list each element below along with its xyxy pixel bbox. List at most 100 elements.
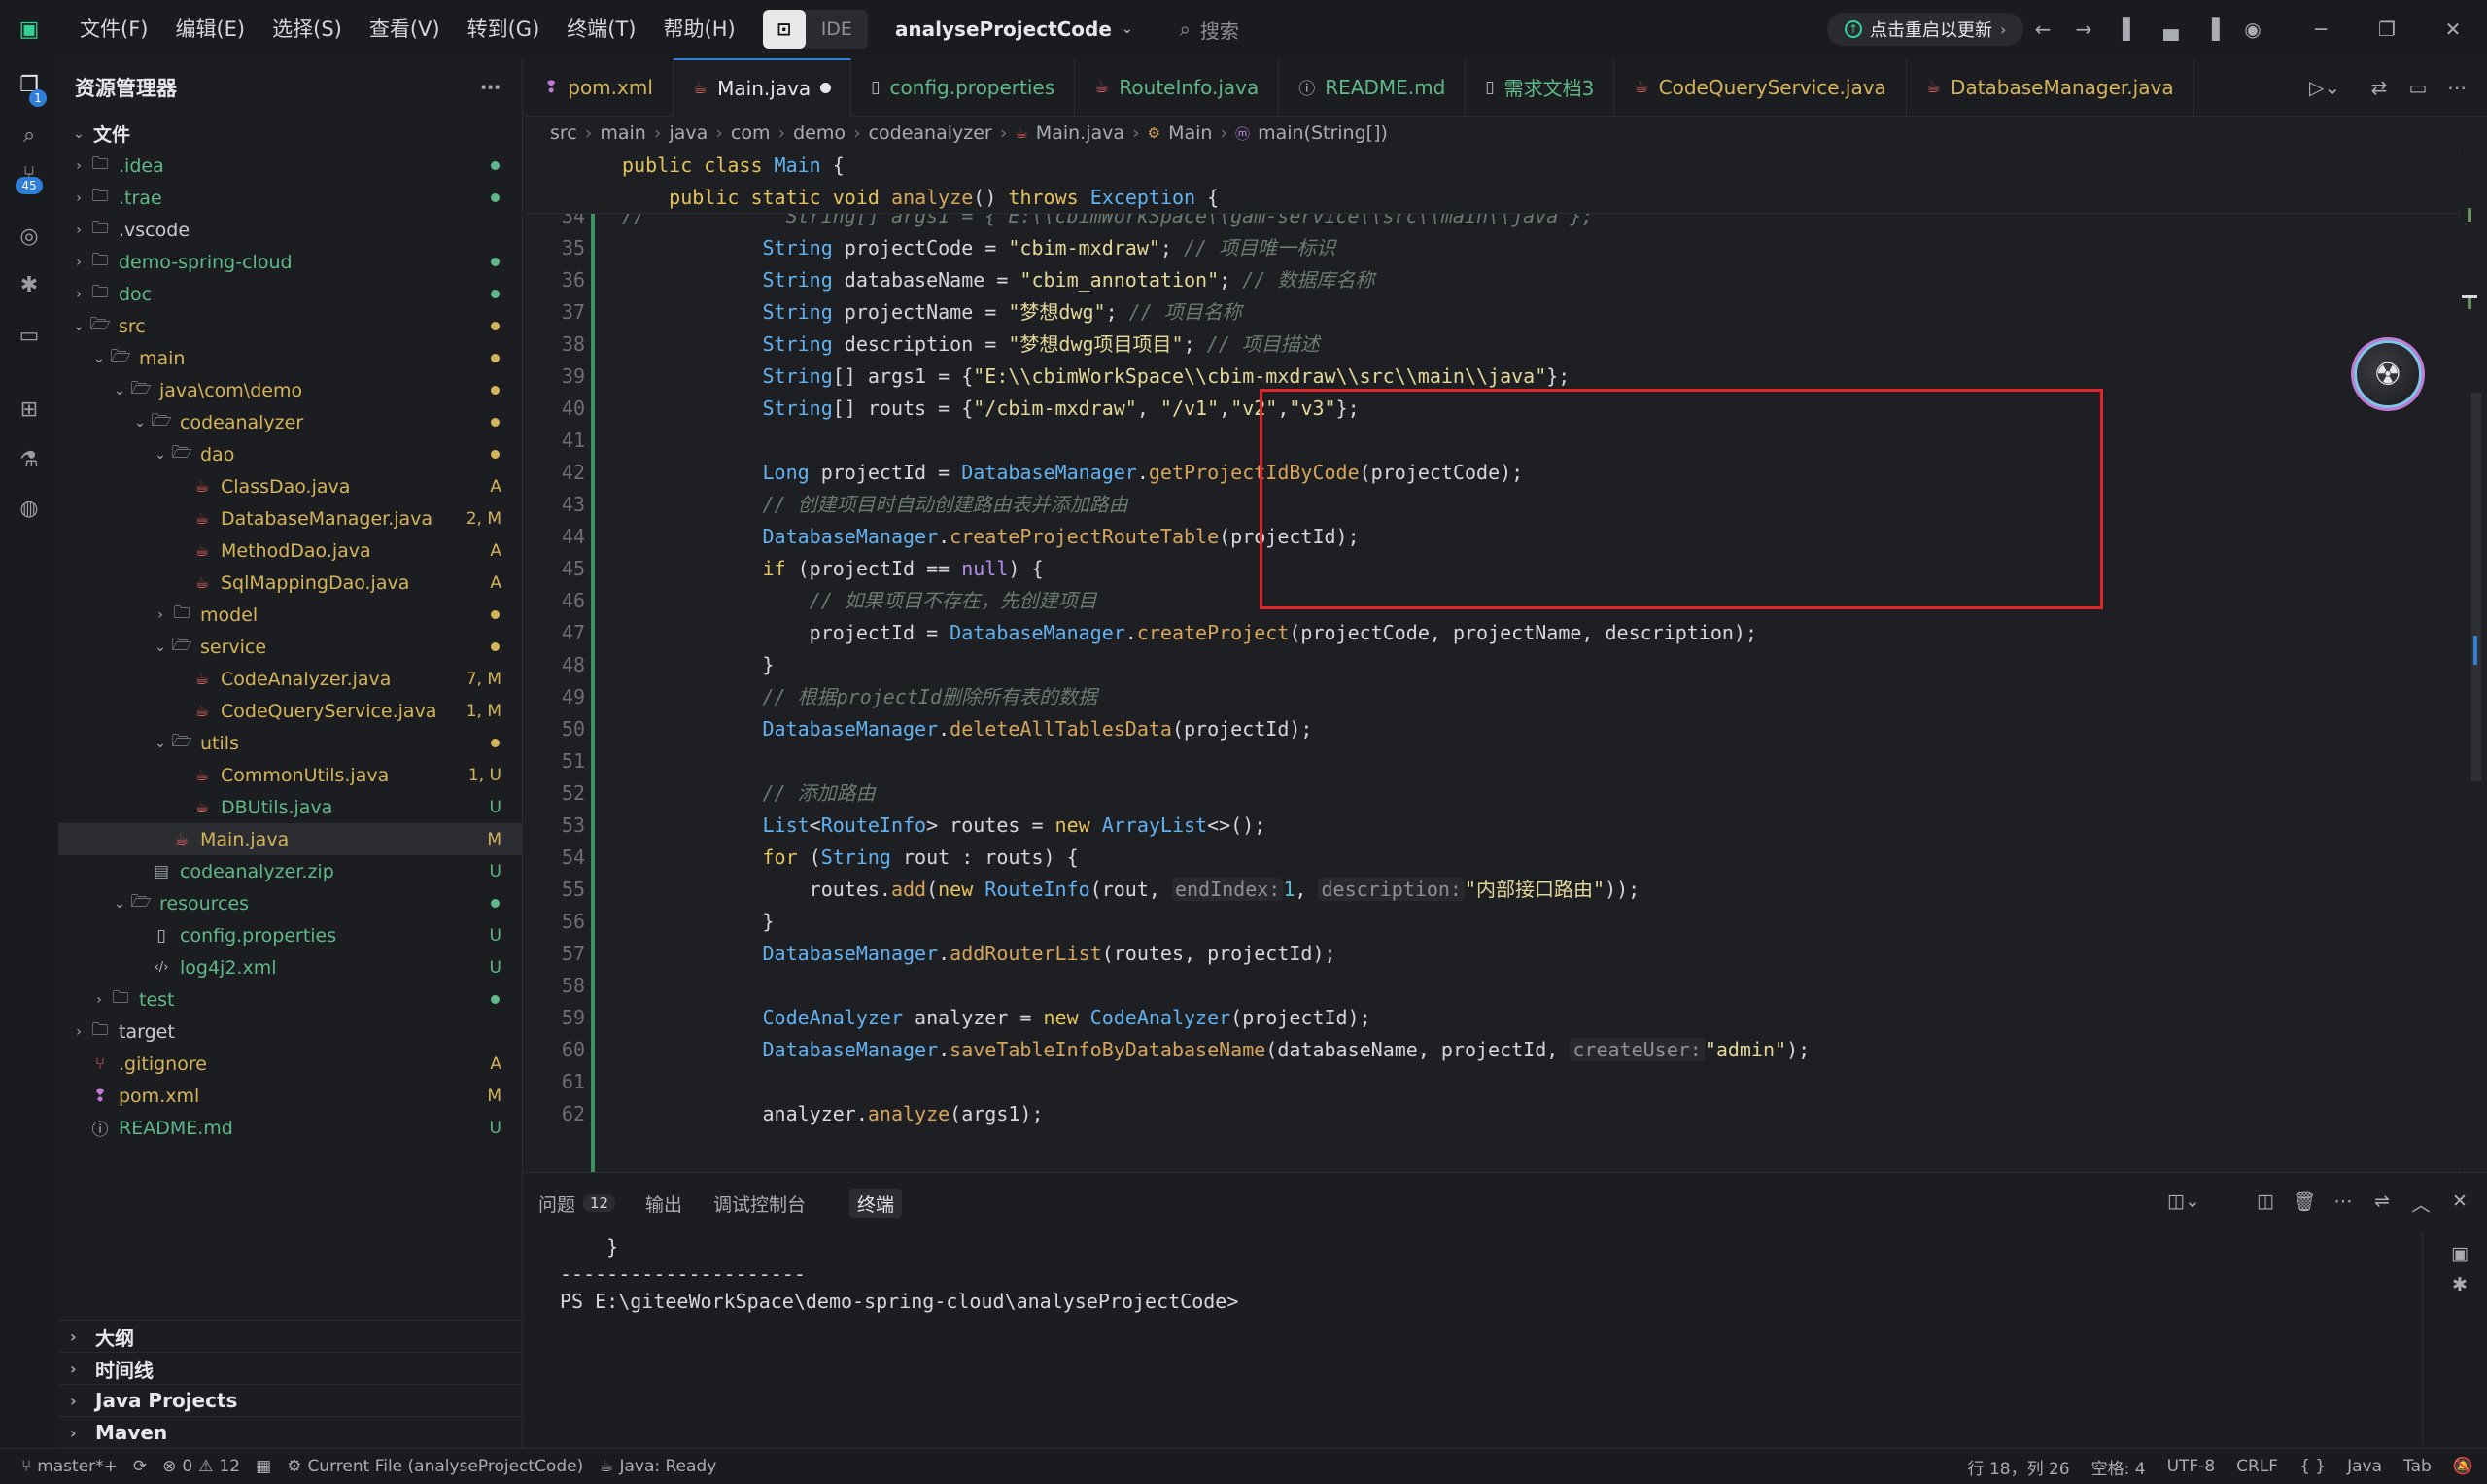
tree-file[interactable]: ☕ ClassDao.java A bbox=[58, 470, 523, 502]
tree-file[interactable]: ⓘ README.md U bbox=[58, 1112, 523, 1144]
debug-terminal-icon[interactable]: ✱ bbox=[2447, 1274, 2472, 1295]
breadcrumb-item[interactable]: main(String[]) bbox=[1258, 122, 1388, 144]
scroll-thumb[interactable] bbox=[2471, 393, 2481, 781]
breadcrumb-item[interactable]: demo bbox=[793, 122, 846, 144]
run-icon[interactable]: ▷⌄ bbox=[2309, 76, 2340, 99]
ai-assistant-icon[interactable]: ◍ bbox=[14, 494, 45, 525]
sync-icon[interactable]: ⇌ bbox=[2369, 1191, 2395, 1212]
menu-item[interactable]: 终端(T) bbox=[553, 0, 649, 58]
explorer-section[interactable]: › Maven bbox=[58, 1416, 523, 1448]
tree-file[interactable]: ☕ DatabaseManager.java 2, M bbox=[58, 502, 523, 535]
tree-folder[interactable]: ⌄ 🗁 main bbox=[58, 342, 523, 374]
tree-folder[interactable]: › 🗀 demo-spring-cloud bbox=[58, 246, 523, 278]
trash-icon[interactable]: 🗑 bbox=[2292, 1191, 2317, 1213]
tree-file[interactable]: ☕ DBUtils.java U bbox=[58, 791, 523, 823]
ai-assistant-float-icon[interactable]: ☢ bbox=[2354, 340, 2422, 408]
breadcrumb-item[interactable]: Main bbox=[1168, 122, 1212, 144]
explorer-section[interactable]: › 大纲 bbox=[58, 1320, 523, 1352]
more-actions-icon[interactable]: ⋯ bbox=[2331, 1191, 2356, 1212]
tree-file[interactable]: ☕ SqlMappingDao.java A bbox=[58, 567, 523, 599]
menu-item[interactable]: 选择(S) bbox=[259, 0, 356, 58]
editor-scrollbar[interactable] bbox=[2459, 150, 2487, 1172]
toggle-sidebar-icon[interactable]: ▌ bbox=[2117, 16, 2144, 43]
line-ending[interactable]: CRLF bbox=[2236, 1457, 2278, 1476]
menu-item[interactable]: 文件(F) bbox=[66, 0, 161, 58]
tree-file[interactable]: ▯ config.properties U bbox=[58, 919, 523, 951]
tree-folder[interactable]: › 🗀 .vscode bbox=[58, 214, 523, 246]
language-braces-icon[interactable]: { } bbox=[2299, 1457, 2326, 1476]
panel-tab[interactable]: 输出 bbox=[645, 1189, 682, 1218]
ports-icon[interactable]: ▦ bbox=[256, 1457, 271, 1476]
extensions-icon[interactable]: ⊞ bbox=[14, 395, 45, 426]
tree-file[interactable]: ☕ CodeQueryService.java 1, M bbox=[58, 695, 523, 727]
toggle-panel-icon[interactable]: ▄ bbox=[2158, 16, 2185, 43]
tree-folder[interactable]: ⌄ 🗁 java\com\demo bbox=[58, 374, 523, 406]
tree-folder[interactable]: › 🗀 .idea bbox=[58, 150, 523, 182]
breadcrumb-item[interactable]: Main.java bbox=[1036, 122, 1124, 144]
search-icon[interactable]: ⌕ bbox=[14, 121, 45, 152]
panel-tab[interactable]: 问题 12 bbox=[538, 1189, 616, 1218]
breadcrumb-item[interactable]: java bbox=[669, 122, 708, 144]
encoding[interactable]: UTF-8 bbox=[2167, 1457, 2216, 1476]
sticky-scroll-line[interactable]: public static void analyze() throws Exce… bbox=[525, 182, 2459, 214]
language-mode[interactable]: Java bbox=[2347, 1457, 2382, 1476]
code-editor[interactable]: 34// String[] args1 = {"E:\\cbimWorkSpac… bbox=[525, 150, 2459, 1172]
tree-file[interactable]: ‹/› log4j2.xml U bbox=[58, 951, 523, 984]
editor-tab[interactable]: ☕ CodeQueryService.java bbox=[1614, 57, 1907, 117]
forward-arrow-icon[interactable]: → bbox=[2070, 16, 2097, 43]
tree-folder[interactable]: › 🗀 doc bbox=[58, 278, 523, 310]
panel-tab[interactable]: 调试控制台 bbox=[713, 1189, 806, 1218]
editor-tab[interactable]: ▯ config.properties bbox=[851, 57, 1076, 117]
tab-mode[interactable]: Tab bbox=[2403, 1457, 2432, 1476]
branch-status[interactable]: ⑂ master*+ bbox=[21, 1457, 118, 1476]
editor-tab[interactable]: ▯ 需求文档3 bbox=[1466, 57, 1615, 117]
menu-item[interactable]: 查看(V) bbox=[356, 0, 454, 58]
tree-folder[interactable]: ⌄ 🗁 src bbox=[58, 310, 523, 342]
tree-file[interactable]: ❢ pom.xml M bbox=[58, 1080, 523, 1112]
minimize-icon[interactable]: ─ bbox=[2307, 16, 2334, 43]
tree-file[interactable]: ☕ Main.java M bbox=[58, 823, 523, 855]
tree-file[interactable]: ▤ codeanalyzer.zip U bbox=[58, 855, 523, 887]
editor-tab[interactable]: ⓘ README.md bbox=[1279, 57, 1467, 117]
java-status[interactable]: ☕ Java: Ready bbox=[599, 1457, 716, 1476]
account-icon[interactable]: ◉ bbox=[2239, 16, 2266, 43]
tree-file[interactable]: ⑂ .gitignore A bbox=[58, 1048, 523, 1080]
tree-folder[interactable]: › 🗀 .trae bbox=[58, 182, 523, 214]
remote-explorer-icon[interactable]: ▭ bbox=[14, 321, 45, 352]
editor-tab[interactable]: ☕ RouteInfo.java bbox=[1075, 57, 1280, 117]
explorer-section[interactable]: › 时间线 bbox=[58, 1352, 523, 1384]
restore-icon[interactable]: ❐ bbox=[2373, 16, 2401, 43]
breadcrumb-item[interactable]: src bbox=[550, 122, 577, 144]
explorer-section[interactable]: › Java Projects bbox=[58, 1384, 523, 1416]
tree-root[interactable]: ⌄ 文件 bbox=[58, 118, 523, 150]
sticky-scroll-line[interactable]: public class Main { bbox=[525, 150, 2459, 182]
run-config-status[interactable]: ⚙ Current File (analyseProjectCode) bbox=[287, 1457, 583, 1476]
editor-tab[interactable]: ☕ Main.java bbox=[673, 57, 852, 117]
more-actions-icon[interactable]: ⋯ bbox=[480, 76, 501, 99]
breadcrumb-item[interactable]: com bbox=[731, 122, 771, 144]
ide-label[interactable]: IDE bbox=[806, 18, 868, 40]
tree-folder[interactable]: ⌄ 🗁 codeanalyzer bbox=[58, 406, 523, 438]
tree-folder[interactable]: › 🗀 model bbox=[58, 599, 523, 631]
maximize-panel-icon[interactable]: ︿ bbox=[2408, 1191, 2434, 1217]
testing-icon[interactable]: ⚗ bbox=[14, 445, 45, 476]
compare-icon[interactable]: ⇄ bbox=[2366, 76, 2393, 99]
editor-tab[interactable]: ☕ DatabaseManager.java bbox=[1907, 57, 2194, 117]
tree-folder[interactable]: › 🗀 target bbox=[58, 1016, 523, 1048]
breadcrumb-item[interactable]: codeanalyzer bbox=[869, 122, 992, 144]
menu-item[interactable]: 转到(G) bbox=[454, 0, 554, 58]
project-selector[interactable]: analyseProjectCode ⌄ bbox=[895, 17, 1133, 41]
tree-file[interactable]: ☕ CommonUtils.java 1, U bbox=[58, 759, 523, 791]
close-window-icon[interactable]: ✕ bbox=[2439, 16, 2467, 43]
tree-folder[interactable]: ⌄ 🗁 dao bbox=[58, 438, 523, 470]
tree-file[interactable]: ☕ CodeAnalyzer.java 7, M bbox=[58, 663, 523, 695]
problems-status[interactable]: ⊗ 0 ⚠ 12 bbox=[162, 1457, 240, 1476]
terminal-instance-icon[interactable]: ▣ bbox=[2447, 1243, 2472, 1264]
eye-icon[interactable]: ◎ bbox=[14, 222, 45, 253]
split-editor-icon[interactable]: ▭ bbox=[2404, 76, 2432, 99]
restart-update-button[interactable]: ↑ 点击重启以更新 › bbox=[1827, 13, 2024, 46]
tree-folder[interactable]: ⌄ 🗁 utils bbox=[58, 727, 523, 759]
debug-icon[interactable]: ✱ bbox=[14, 270, 45, 301]
close-panel-icon[interactable]: ✕ bbox=[2447, 1191, 2472, 1212]
ide-toggle-icon[interactable]: ⊡ bbox=[762, 10, 806, 49]
